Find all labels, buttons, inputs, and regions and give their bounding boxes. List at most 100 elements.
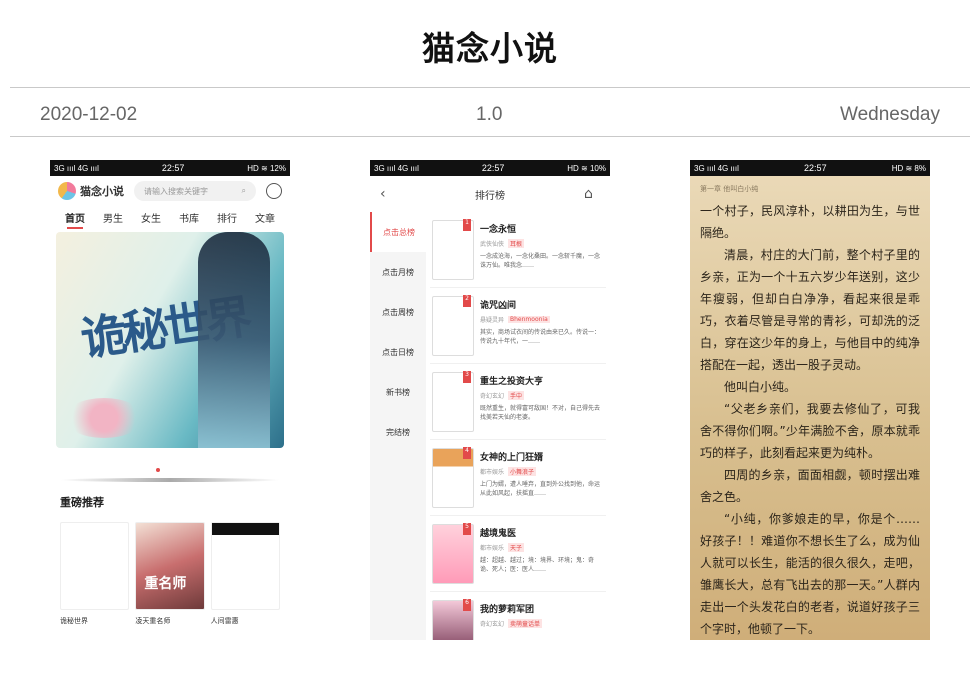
list-item[interactable]: 4 女神的上门狂婿 都市娱乐 小舞浪子 上门为婿，遭人唾弃，直到外公找到他，命运从… [430, 440, 606, 516]
tab-ranking[interactable]: 排行 [208, 210, 246, 225]
book-title[interactable]: 人间雷惠 [211, 616, 280, 626]
section-title: 重磅推荐 [60, 496, 104, 509]
ranking-header: ‹ 排行榜 ⌂ [370, 176, 610, 212]
book-title: 诡咒凶间 [480, 301, 517, 311]
list-item[interactable]: 6 我的萝莉军团 奇幻玄幻 卖萌童话单 [430, 592, 606, 640]
tab-library[interactable]: 书库 [170, 210, 208, 225]
paragraph: 四周的乡亲，面面相觑，顿时摆出难舍之色。 [700, 468, 920, 504]
paragraph: 他叫白小纯。 [724, 380, 797, 394]
book-genre: 武侠仙侠 [480, 241, 505, 248]
book-description: 既然重生，就得富可敌国！不对，自己得先去找美若天仙的老婆。 [480, 405, 601, 421]
sidebar-item-finished[interactable]: 完结榜 [370, 412, 426, 452]
version-label: 1.0 [476, 104, 503, 125]
weekday-label: Wednesday [840, 104, 940, 125]
signal-indicator: 3G ıııl 4G ıııl [374, 163, 419, 173]
book-title: 我的萝莉军团 [480, 605, 535, 615]
ranking-sidebar: 点击总榜 点击月榜 点击周榜 点击日榜 新书榜 完结榜 [370, 212, 426, 640]
paragraph: 一个村子，民风淳朴，以耕田为生，与世隔绝。 [700, 204, 920, 240]
tab-female[interactable]: 女生 [132, 210, 170, 225]
battery-indicator: HD ≋ 12% [247, 163, 286, 173]
book-cover: 4 [432, 447, 474, 508]
book-cover: 3 [432, 371, 474, 432]
app-logo[interactable]: 猫念小说 [58, 182, 124, 200]
status-bar: 3G ıııl 4G ıııl 22:57 HD ≋ 10% [370, 160, 610, 176]
book-description: 越：超越、越过；境：境界、环境；鬼：奇诡、死人；医：医人…… [480, 557, 595, 573]
category-nav: 首页 男生 女生 书库 排行 文章 [50, 206, 290, 229]
author-tag: 手中 [508, 391, 525, 400]
sidebar-item-month[interactable]: 点击月榜 [370, 252, 426, 292]
book-title: 一念永恒 [480, 225, 517, 235]
tab-home[interactable]: 首页 [56, 210, 94, 229]
screenshot-home: 3G ıııl 4G ıııl 22:57 HD ≋ 12% 猫念小说 请输入搜… [50, 160, 290, 640]
rank-badge: 2 [463, 295, 471, 307]
book-cover: 1 [432, 219, 474, 280]
book-titles: 诡秘世界 凌天重名师 人间雷惠 [50, 616, 290, 626]
book-cover[interactable]: 重名师 [135, 522, 205, 610]
list-item[interactable]: 2 诡咒凶间 悬疑灵异 Bhenmoonia 其实，商场试衣间的传说由来已久。传说… [430, 288, 606, 364]
status-time: 22:57 [804, 163, 827, 173]
book-title: 越境鬼医 [480, 529, 517, 539]
book-genre: 都市娱乐 [480, 545, 505, 552]
book-title[interactable]: 诡秘世界 [60, 616, 129, 626]
search-placeholder: 请输入搜索关键字 [144, 186, 208, 196]
screenshot-ranking: 3G ıııl 4G ıııl 22:57 HD ≋ 10% ‹ 排行榜 ⌂ 点… [370, 160, 610, 640]
status-time: 22:57 [481, 163, 505, 173]
cover-text: 重名师 [144, 576, 187, 592]
status-bar: 3G ıııl 4G ıııl 22:57 HD ≋ 12% [50, 160, 290, 176]
home-icon[interactable]: ⌂ [584, 186, 600, 202]
list-item[interactable]: 5 越境鬼医 都市娱乐 天子 越：超越、越过；境：境界、环境；鬼：奇诡、死人；医：… [430, 516, 606, 592]
author-tag: 卖萌童话单 [508, 619, 543, 628]
book-title[interactable]: 凌天重名师 [135, 616, 204, 626]
search-input[interactable]: 请输入搜索关键字 ⌕ [134, 181, 256, 201]
author-tag: 耳根 [508, 239, 525, 248]
book-genre: 奇幻玄幻 [480, 621, 505, 628]
sidebar-item-new[interactable]: 新书榜 [370, 372, 426, 412]
status-time: 22:57 [161, 163, 185, 173]
blossom-decoration [64, 398, 144, 438]
sidebar-item-week[interactable]: 点击周榜 [370, 292, 426, 332]
rank-badge: 5 [463, 523, 471, 535]
logo-text: 猫念小说 [80, 185, 124, 198]
tab-male[interactable]: 男生 [94, 210, 132, 225]
search-icon: ⌕ [241, 186, 246, 195]
book-description: 一念成沧海，一念化桑田。一念斩千魔，一念诛万仙。唯我念…… [480, 253, 601, 269]
book-cover: 2 [432, 295, 474, 356]
author-tag: Bhenmoonia [508, 316, 550, 323]
chapter-title: 第一章 他叫白小纯 [700, 185, 759, 193]
book-description: 上门为婿，遭人唾弃，直到外公找到他，命运从此如风起，扶摇直…… [480, 481, 601, 497]
book-cover[interactable] [210, 522, 280, 610]
date-label: 2020-12-02 [40, 104, 138, 125]
ranking-list: 1 一念永恒 武侠仙侠 耳根 一念成沧海，一念化桑田。一念斩千魔，一念诛万仙。唯我… [426, 212, 610, 640]
reader-text: 一个村子，民风淳朴，以耕田为生，与世隔绝。 清晨，村庄的大门前，整个村子里的乡亲… [700, 200, 920, 640]
book-genre: 悬疑灵异 [480, 317, 505, 324]
rank-badge: 1 [463, 219, 471, 231]
banner-character-image [198, 232, 270, 448]
featured-banner[interactable]: 诡秘世界 [56, 232, 284, 448]
page-title: 猫念小说 [422, 29, 558, 68]
sidebar-item-total[interactable]: 点击总榜 [370, 212, 426, 252]
book-genre: 都市娱乐 [480, 469, 505, 476]
tab-articles[interactable]: 文章 [246, 210, 284, 225]
signal-indicator: 3G ıııl 4G ıııl [694, 163, 739, 173]
author-tag: 小舞浪子 [508, 467, 537, 476]
list-item[interactable]: 3 重生之投资大亨 奇幻玄幻 手中 既然重生，就得富可敌国！不对，自己得先去找美若… [430, 364, 606, 440]
list-item[interactable]: 1 一念永恒 武侠仙侠 耳根 一念成沧海，一念化桑田。一念斩千魔，一念诛万仙。唯我… [430, 212, 606, 288]
reader-page[interactable]: 第一章 他叫白小纯 一个村子，民风淳朴，以耕田为生，与世隔绝。 清晨，村庄的大门… [690, 176, 930, 640]
book-cover: 5 [432, 523, 474, 584]
back-icon[interactable]: ‹ [380, 186, 396, 202]
pager-dot[interactable] [156, 468, 160, 472]
screenshot-reader: 3G ıııl 4G ıııl 22:57 HD ≋ 8% 第一章 他叫白小纯 … [690, 160, 930, 640]
author-tag: 天子 [508, 543, 525, 552]
paragraph: “小纯，你爹娘走的早，你是个……好孩子！！难道你不想长生了么，成为仙人就可以长生… [700, 512, 920, 636]
signal-indicator: 3G ıııl 4G ıııl [54, 163, 99, 173]
rank-badge: 4 [463, 447, 471, 459]
paragraph: “父老乡亲们，我要去修仙了，可我舍不得你们啊。”少年满脸不舍，原本就乖巧的样子，… [700, 402, 920, 460]
divider-top [10, 87, 970, 88]
book-title: 女神的上门狂婿 [480, 453, 544, 463]
book-cover[interactable] [60, 522, 130, 610]
status-bar: 3G ıııl 4G ıııl 22:57 HD ≋ 8% [690, 160, 930, 176]
user-icon[interactable] [266, 183, 282, 199]
sidebar-item-day[interactable]: 点击日榜 [370, 332, 426, 372]
logo-icon [58, 182, 76, 200]
battery-indicator: HD ≋ 8% [891, 163, 926, 173]
